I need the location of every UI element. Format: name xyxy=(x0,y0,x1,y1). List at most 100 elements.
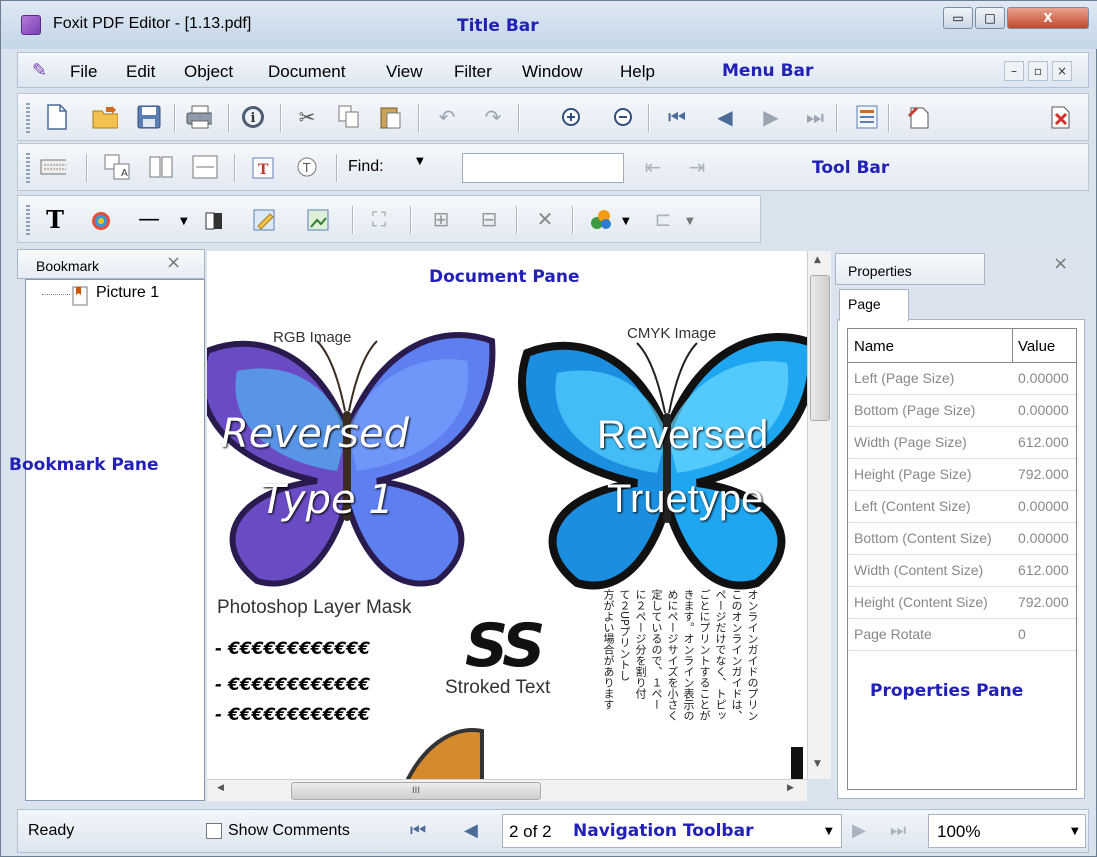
shape-edit-icon[interactable]: ⛶ xyxy=(366,206,392,232)
property-row[interactable]: Width (Page Size) 612.000 xyxy=(848,427,1076,459)
page-dropdown-arrow-icon[interactable]: ▼ xyxy=(825,826,833,837)
property-row[interactable]: Height (Content Size) 792.000 xyxy=(848,587,1076,619)
align-icon[interactable]: ⊏ xyxy=(650,206,676,232)
shading-icon[interactable] xyxy=(202,206,228,232)
open-folder-icon[interactable] xyxy=(92,104,118,130)
property-row[interactable]: Height (Page Size) 792.000 xyxy=(848,459,1076,491)
edit-image-icon[interactable] xyxy=(252,206,278,232)
show-comments-checkbox[interactable] xyxy=(206,823,222,839)
scroll-right-arrow-icon[interactable]: ▶ xyxy=(787,783,794,793)
align-dropdown[interactable]: ▼ xyxy=(686,216,694,227)
properties-close-icon[interactable]: × xyxy=(1053,253,1068,274)
toolbar-grip[interactable] xyxy=(26,153,30,183)
maximize-button[interactable]: □ xyxy=(975,7,1005,29)
menu-edit[interactable]: Edit xyxy=(126,62,155,82)
redo-icon[interactable]: ↷ xyxy=(480,104,506,130)
zoom-select[interactable]: 100% ▼ xyxy=(928,814,1086,848)
find-options-dropdown[interactable]: ▼ xyxy=(416,156,424,167)
group-icon[interactable]: ⊞ xyxy=(428,206,454,232)
property-row[interactable]: Bottom (Page Size) 0.00000 xyxy=(848,395,1076,427)
image-object-icon[interactable] xyxy=(306,206,332,232)
color-icon[interactable] xyxy=(88,206,114,232)
arrange-icon[interactable] xyxy=(588,206,614,232)
form-icon[interactable] xyxy=(854,104,880,130)
menu-file[interactable]: File xyxy=(70,62,97,82)
scroll-up-arrow-icon[interactable]: ▲ xyxy=(814,255,821,265)
save-icon[interactable] xyxy=(136,104,162,130)
undo-icon[interactable]: ↶ xyxy=(434,104,460,130)
nav-last-page-icon[interactable]: ⏭ xyxy=(890,820,906,841)
text-object-icon[interactable]: T xyxy=(250,154,276,180)
vertical-scroll-thumb[interactable] xyxy=(810,275,830,421)
column-header-value[interactable]: Value xyxy=(1018,338,1055,355)
mdi-close-button[interactable]: × xyxy=(1052,61,1072,81)
nav-next-page-icon[interactable]: ▶ xyxy=(852,820,866,841)
property-row[interactable]: Left (Content Size) 0.00000 xyxy=(848,491,1076,523)
line-icon[interactable]: — xyxy=(136,206,162,232)
delete-page-icon[interactable] xyxy=(1048,104,1074,130)
toolbar-grip[interactable] xyxy=(26,205,30,235)
page-number-box[interactable]: 2 of 2 Navigation Toolbar ▼ xyxy=(502,814,842,848)
property-row[interactable]: Left (Page Size) 0.00000 xyxy=(848,363,1076,395)
distribute-text-icon[interactable] xyxy=(192,154,218,180)
menu-document[interactable]: Document xyxy=(268,62,345,82)
tab-page[interactable]: Page xyxy=(839,289,909,321)
document-vertical-scrollbar[interactable]: ▲ ▼ xyxy=(807,251,831,779)
document-horizontal-scrollbar[interactable]: ◀ III ▶ xyxy=(207,779,807,801)
line-dropdown[interactable]: ▼ xyxy=(180,216,188,227)
copy-icon[interactable] xyxy=(336,104,362,130)
new-document-icon[interactable] xyxy=(44,104,70,130)
text-circle-icon[interactable]: T xyxy=(294,154,320,180)
last-page-icon[interactable]: ⏭ xyxy=(802,104,828,130)
ungroup-icon[interactable]: ⊟ xyxy=(476,206,502,232)
close-button[interactable]: X xyxy=(1007,7,1089,29)
mdi-minimize-button[interactable]: – xyxy=(1004,61,1024,81)
show-comments-label[interactable]: Show Comments xyxy=(228,822,350,840)
add-text-icon[interactable]: T xyxy=(42,205,68,234)
column-divider[interactable] xyxy=(1012,329,1013,363)
toolbar-separator xyxy=(518,104,520,132)
text-size-icon[interactable]: A xyxy=(104,154,130,180)
keyboard-icon[interactable] xyxy=(40,154,66,180)
property-row[interactable]: Bottom (Content Size) 0.00000 xyxy=(848,523,1076,555)
scroll-down-arrow-icon[interactable]: ▼ xyxy=(814,759,821,769)
menu-filter[interactable]: Filter xyxy=(454,62,492,82)
next-page-icon[interactable]: ▶ xyxy=(758,104,784,130)
cut-icon[interactable]: ✂ xyxy=(294,104,320,130)
stroked-text-caption: Stroked Text xyxy=(445,677,551,698)
arrange-dropdown[interactable]: ▼ xyxy=(622,216,630,227)
column-header-name[interactable]: Name xyxy=(854,338,894,355)
mdi-restore-button[interactable]: ▫ xyxy=(1028,61,1048,81)
insert-page-icon[interactable] xyxy=(906,104,932,130)
menu-window[interactable]: Window xyxy=(522,62,582,82)
zoom-in-icon[interactable] xyxy=(558,104,584,130)
print-icon[interactable] xyxy=(186,104,212,130)
paste-icon[interactable] xyxy=(378,104,404,130)
menu-object[interactable]: Object xyxy=(184,62,233,82)
menu-help[interactable]: Help xyxy=(620,62,655,82)
properties-title[interactable]: Properties xyxy=(848,263,912,279)
bookmark-tab[interactable]: Bookmark xyxy=(36,258,99,274)
zoom-out-icon[interactable] xyxy=(610,104,636,130)
nav-previous-page-icon[interactable]: ◀ xyxy=(464,820,478,841)
nav-first-page-icon[interactable]: ⏮ xyxy=(410,820,426,841)
property-row[interactable]: Page Rotate 0 xyxy=(848,619,1076,651)
zoom-dropdown-arrow-icon[interactable]: ▼ xyxy=(1071,826,1079,837)
find-next-icon[interactable]: ⇥ xyxy=(684,154,710,180)
toolbar-grip[interactable] xyxy=(26,103,30,133)
bookmark-item-picture-1[interactable]: Picture 1 xyxy=(96,284,159,302)
align-text-icon[interactable] xyxy=(148,154,174,180)
info-icon[interactable]: i xyxy=(240,104,266,130)
find-input[interactable] xyxy=(462,153,624,183)
find-previous-icon[interactable]: ⇤ xyxy=(640,154,666,180)
bookmark-close-icon[interactable]: × xyxy=(166,252,181,273)
minimize-button[interactable]: ▭ xyxy=(943,7,973,29)
property-row[interactable]: Width (Content Size) 612.000 xyxy=(848,555,1076,587)
document-pane[interactable]: Document Pane RGB Image CMYK Image Rever… xyxy=(207,251,807,779)
first-page-icon[interactable]: ⏮ xyxy=(664,104,690,130)
clip-icon[interactable]: ✕ xyxy=(532,206,558,232)
previous-page-icon[interactable]: ◀ xyxy=(712,104,738,130)
horizontal-scroll-thumb[interactable]: III xyxy=(291,782,541,800)
menu-view[interactable]: View xyxy=(386,62,423,82)
scroll-left-arrow-icon[interactable]: ◀ xyxy=(217,783,224,793)
